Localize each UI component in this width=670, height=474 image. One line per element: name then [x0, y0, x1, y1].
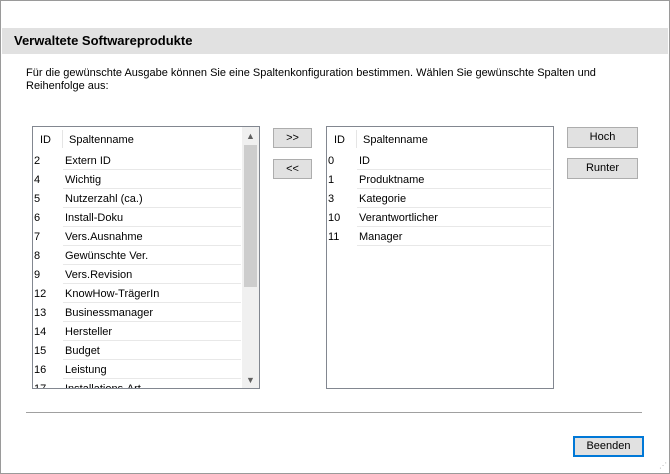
move-right-button[interactable]: >>	[273, 128, 312, 148]
list-item-name: Produktname	[359, 174, 425, 186]
list-item-id: 7	[34, 231, 41, 243]
list-item-name: Vers.Revision	[65, 269, 133, 281]
list-item[interactable]: 3 Kategorie	[327, 189, 553, 208]
description-text: Für die gewünschte Ausgabe können Sie ei…	[26, 67, 596, 92]
list-item-id: 4	[34, 174, 41, 186]
list-item[interactable]: 7 Vers.Ausnahme	[33, 227, 259, 246]
list-item-id: 3	[328, 193, 335, 205]
move-up-button[interactable]: Hoch	[567, 127, 638, 148]
list-item[interactable]: 15 Budget	[33, 341, 259, 360]
list-item[interactable]: 4 Wichtig	[33, 170, 259, 189]
column-header-id[interactable]: ID	[40, 134, 51, 146]
row-divider	[357, 245, 551, 246]
dialog-window: Verwaltete Softwareprodukte Für die gewü…	[0, 0, 670, 474]
list-item[interactable]: 16 Leistung	[33, 360, 259, 379]
list-item[interactable]: 2 Extern ID	[33, 151, 259, 170]
list-item-name: Wichtig	[65, 174, 102, 186]
list-item[interactable]: 11 Manager	[327, 227, 553, 246]
list-header: ID Spaltenname	[327, 127, 553, 151]
column-header-id[interactable]: ID	[334, 134, 345, 146]
list-item[interactable]: 1 Produktname	[327, 170, 553, 189]
page-title: Verwaltete Softwareprodukte	[14, 33, 193, 48]
list-item-name: Manager	[359, 231, 403, 243]
list-item-id: 12	[34, 288, 47, 300]
column-header-name[interactable]: Spaltenname	[69, 134, 134, 146]
list-item[interactable]: 8 Gewünschte Ver.	[33, 246, 259, 265]
list-item-id: 14	[34, 326, 47, 338]
move-down-button[interactable]: Runter	[567, 158, 638, 179]
list-item[interactable]: 0 ID	[327, 151, 553, 170]
list-item-id: 10	[328, 212, 341, 224]
column-header-name[interactable]: Spaltenname	[363, 134, 428, 146]
selected-columns-list[interactable]: ID Spaltenname 0 ID 1 Produktname 3 Kategorie…	[326, 126, 554, 389]
list-item-name: Businessmanager	[65, 307, 154, 319]
list-item-name: Nutzerzahl (ca.)	[65, 193, 143, 205]
list-item[interactable]: 6 Install-Doku	[33, 208, 259, 227]
list-item-name: Extern ID	[65, 155, 111, 167]
scrollbar-thumb[interactable]	[244, 145, 257, 287]
list-item-id: 17	[34, 383, 47, 389]
list-item-id: 0	[328, 155, 335, 167]
list-item-name: ID	[359, 155, 370, 167]
column-separator[interactable]	[356, 130, 357, 148]
list-item-name: Install-Doku	[65, 212, 124, 224]
selected-columns-rows: 0 ID 1 Produktname 3 Kategorie 10 Verantwortlic…	[327, 151, 553, 388]
scroll-down-arrow-icon[interactable]: ▼	[242, 371, 259, 388]
list-item-name: Leistung	[65, 364, 107, 376]
list-item[interactable]: 13 Businessmanager	[33, 303, 259, 322]
list-item-id: 9	[34, 269, 41, 281]
list-item-name: Verantwortlicher	[359, 212, 438, 224]
list-item-id: 1	[328, 174, 335, 186]
list-item-id: 8	[34, 250, 41, 262]
list-item[interactable]: 14 Hersteller	[33, 322, 259, 341]
list-item-name: Vers.Ausnahme	[65, 231, 143, 243]
list-item[interactable]: 5 Nutzerzahl (ca.)	[33, 189, 259, 208]
list-item-id: 15	[34, 345, 47, 357]
divider	[26, 412, 642, 413]
list-item[interactable]: 17 Installations-Art	[33, 379, 259, 389]
list-item[interactable]: 9 Vers.Revision	[33, 265, 259, 284]
list-item[interactable]: 12 KnowHow-TrägerIn	[33, 284, 259, 303]
list-item-id: 16	[34, 364, 47, 376]
list-item-name: KnowHow-TrägerIn	[65, 288, 160, 300]
vertical-scrollbar[interactable]: ▲ ▼	[242, 127, 259, 388]
column-separator[interactable]	[62, 130, 63, 148]
list-item-id: 6	[34, 212, 41, 224]
list-item-id: 5	[34, 193, 41, 205]
list-item-name: Gewünschte Ver.	[65, 250, 149, 262]
list-item-id: 13	[34, 307, 47, 319]
list-item-id: 2	[34, 155, 41, 167]
list-item-name: Kategorie	[359, 193, 407, 205]
scroll-up-arrow-icon[interactable]: ▲	[242, 127, 259, 144]
resize-grip-icon[interactable]: ⋰	[657, 461, 667, 471]
list-item[interactable]: 10 Verantwortlicher	[327, 208, 553, 227]
list-item-name: Hersteller	[65, 326, 113, 338]
available-columns-list[interactable]: ID Spaltenname 2 Extern ID 4 Wichtig 5 Nutzer…	[32, 126, 260, 389]
list-item-name: Installations-Art	[65, 383, 141, 389]
list-header: ID Spaltenname	[33, 127, 259, 151]
close-button[interactable]: Beenden	[573, 436, 644, 457]
move-left-button[interactable]: <<	[273, 159, 312, 179]
available-columns-rows: 2 Extern ID 4 Wichtig 5 Nutzerzahl (ca.) 6 Inst…	[33, 151, 259, 388]
list-item-id: 11	[328, 231, 340, 243]
list-item-name: Budget	[65, 345, 100, 357]
header-bar: Verwaltete Softwareprodukte	[2, 28, 668, 54]
